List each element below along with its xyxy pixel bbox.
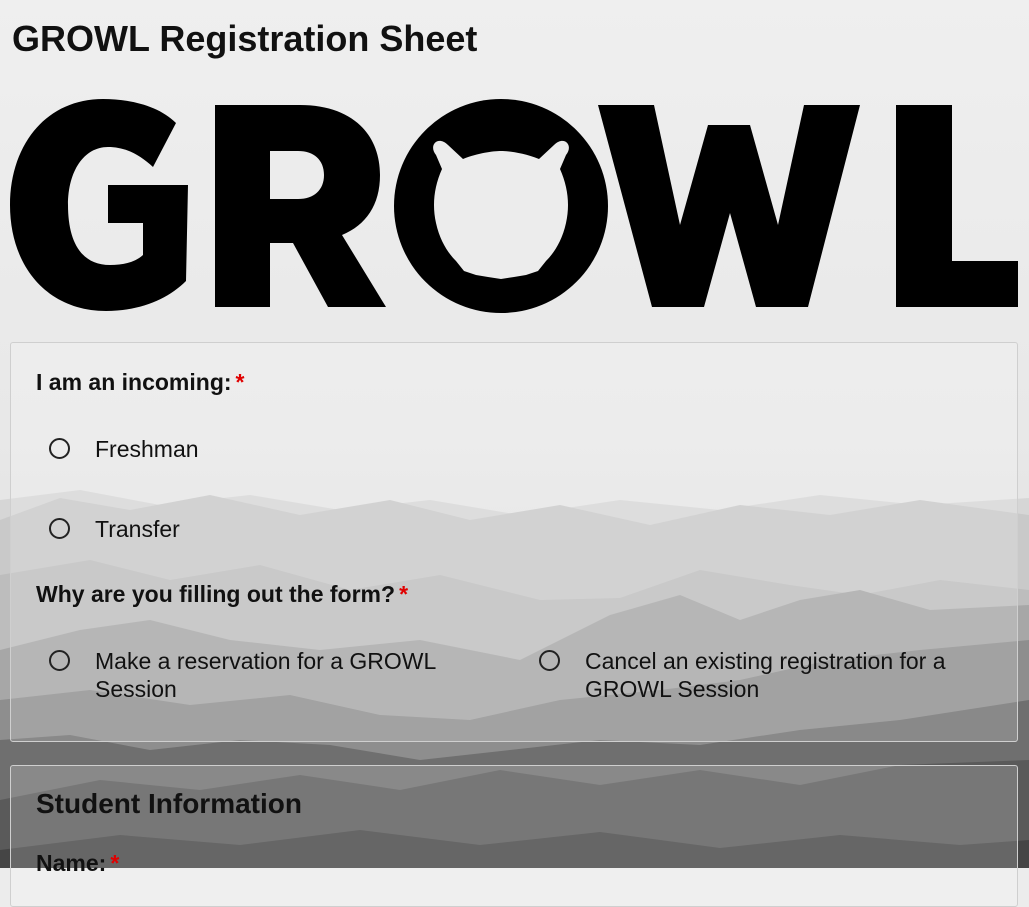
radio-label-freshman[interactable]: Freshman [95,435,199,463]
radio-option-freshman[interactable]: Freshman [49,435,199,463]
name-label-text: Name: [36,850,107,876]
section-heading-student-information: Student Information [36,788,302,819]
incoming-question-text: I am an incoming: [36,369,232,395]
radio-button-freshman[interactable] [49,438,70,459]
required-asterisk: * [110,850,120,876]
purpose-question-text: Why are you filling out the form? [36,581,396,607]
student-information-card: Student Information Name: * [10,765,1018,907]
radio-label-make-reservation[interactable]: Make a reservation for a GROWL Session [95,647,489,703]
radio-option-cancel-registration[interactable]: Cancel an existing registration for a GR… [539,647,989,703]
registration-questions-card: I am an incoming: * Freshman Transfer Why… [10,342,1018,742]
incoming-question-label: I am an incoming: * [36,369,244,396]
page-title: GROWL Registration Sheet [12,18,478,59]
name-field-label: Name: * [36,850,119,877]
radio-button-cancel-registration[interactable] [539,650,560,671]
radio-label-transfer[interactable]: Transfer [95,515,180,543]
growl-logo [10,99,1018,313]
radio-button-transfer[interactable] [49,518,70,539]
required-asterisk: * [399,581,409,607]
radio-label-cancel-registration[interactable]: Cancel an existing registration for a GR… [585,647,985,703]
radio-option-make-reservation[interactable]: Make a reservation for a GROWL Session [49,647,489,703]
required-asterisk: * [235,369,245,395]
radio-button-make-reservation[interactable] [49,650,70,671]
radio-option-transfer[interactable]: Transfer [49,515,180,543]
purpose-question-label: Why are you filling out the form? * [36,581,408,608]
